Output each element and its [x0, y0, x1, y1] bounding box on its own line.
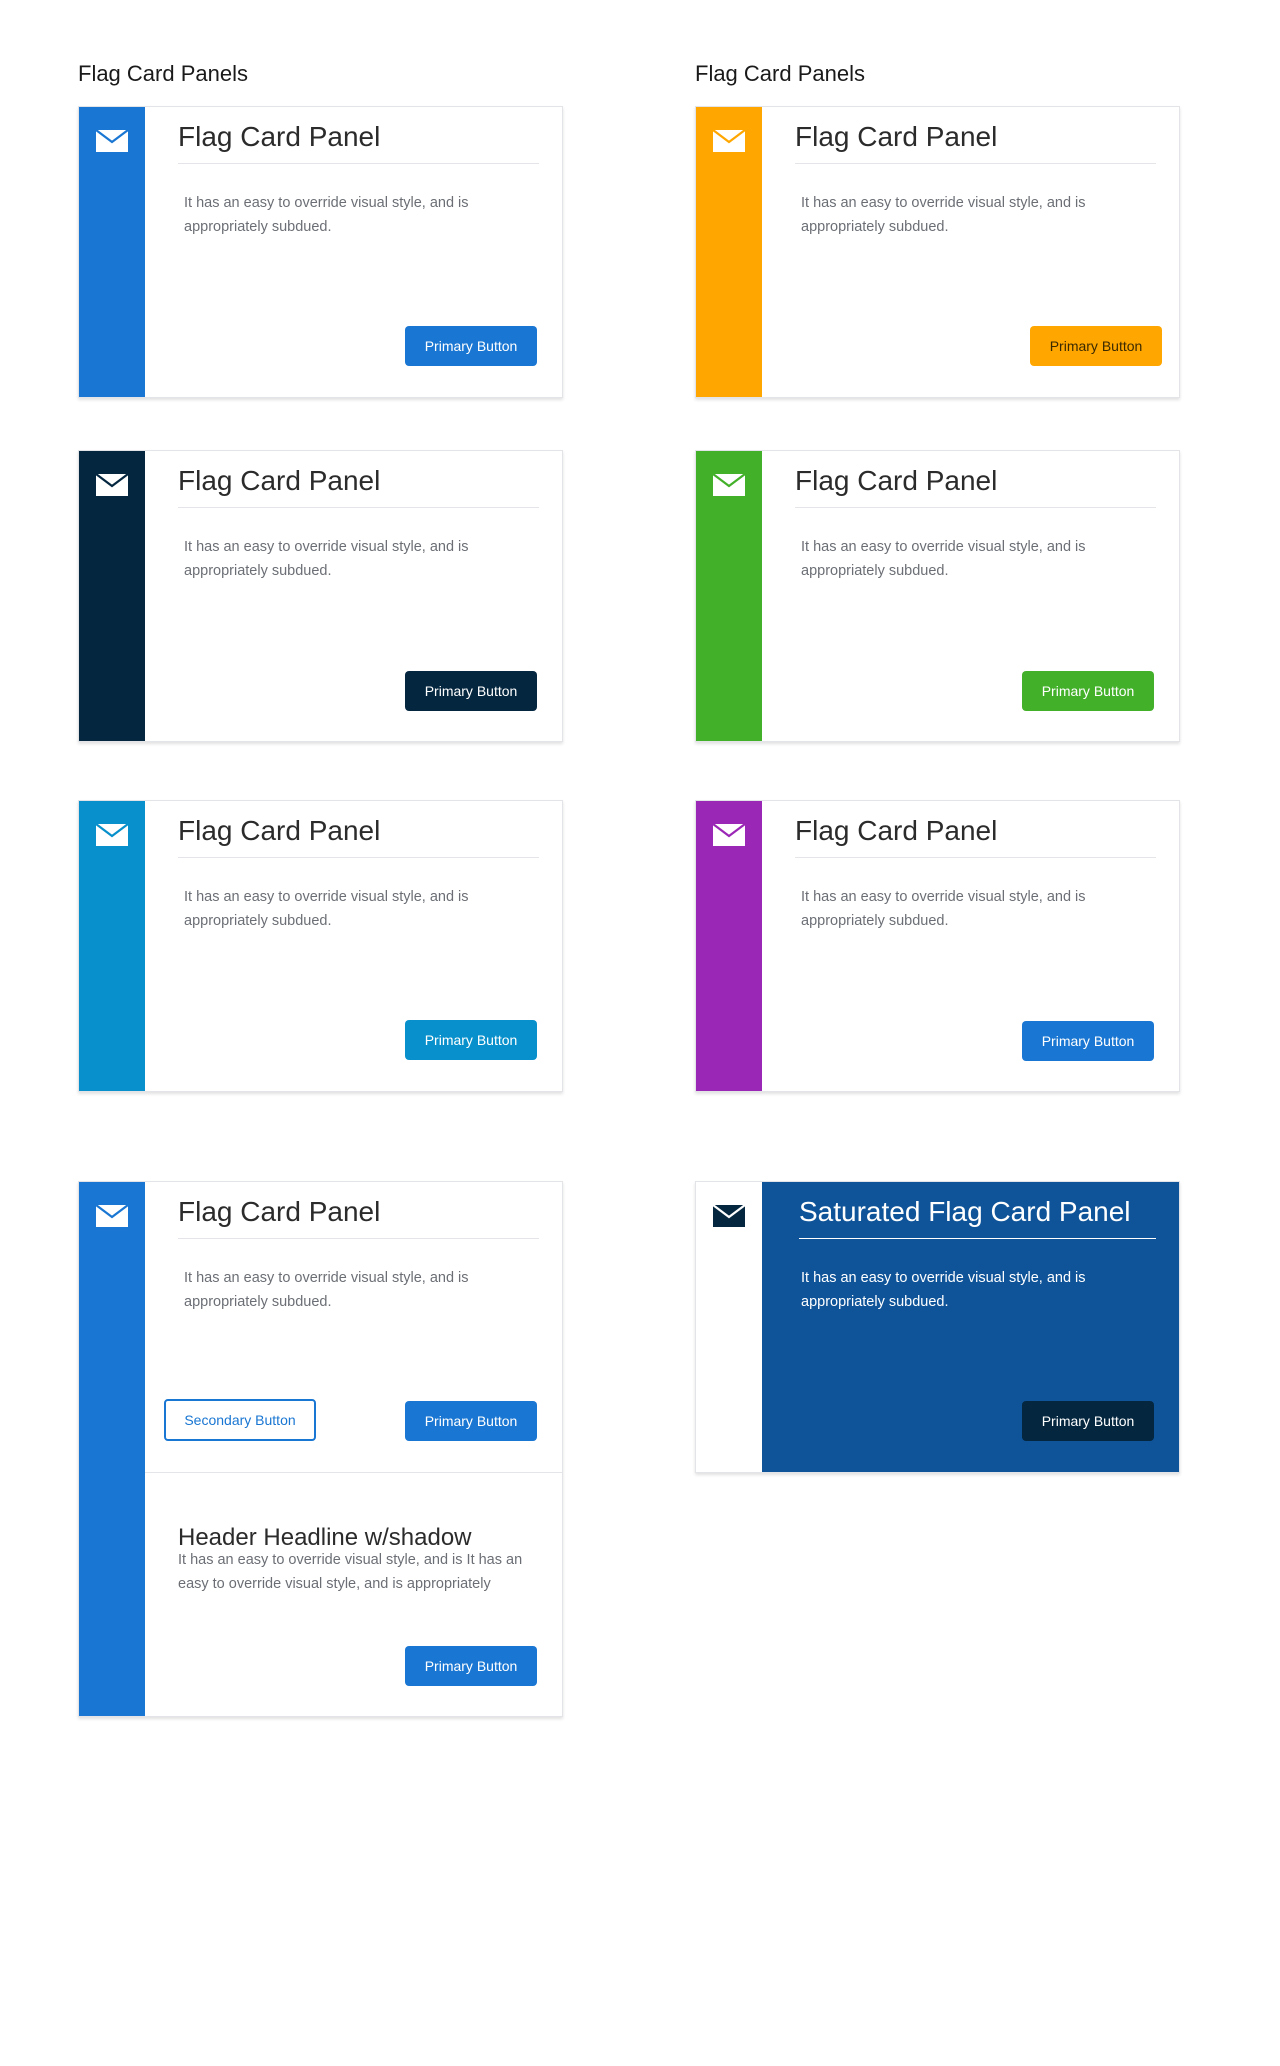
card-flag	[696, 801, 762, 1091]
card-body: It has an easy to override visual style,…	[184, 195, 469, 235]
card-flag	[696, 107, 762, 397]
primary-button[interactable]: Primary Button	[405, 671, 537, 711]
card-title: Flag Card Panel	[178, 121, 539, 164]
section-divider	[145, 1472, 562, 1473]
card-body: It has an easy to override visual style,…	[184, 1270, 469, 1310]
envelope-icon	[96, 474, 128, 496]
card-flag	[79, 1182, 145, 1716]
primary-button[interactable]: Primary Button	[405, 1020, 537, 1060]
card-flag	[79, 107, 145, 397]
flag-card-panel: Flag Card Panel It has an easy to overri…	[695, 450, 1180, 742]
envelope-icon	[713, 824, 745, 846]
envelope-icon	[713, 1205, 745, 1227]
flag-card-panel: Flag Card Panel It has an easy to overri…	[78, 106, 563, 398]
card-body: It has an easy to override visual style,…	[801, 539, 1086, 579]
card-title: Flag Card Panel	[795, 815, 1156, 858]
flag-card-panel-tall: Flag Card Panel It has an easy to overri…	[78, 1181, 563, 1717]
envelope-icon	[713, 130, 745, 152]
secondary-button[interactable]: Secondary Button	[164, 1399, 316, 1441]
flag-card-panel: Flag Card Panel It has an easy to overri…	[78, 450, 563, 742]
envelope-icon	[96, 130, 128, 152]
card-title: Flag Card Panel	[178, 815, 539, 858]
card-title: Saturated Flag Card Panel	[799, 1196, 1156, 1239]
card-flag	[79, 451, 145, 741]
section-title-right: Flag Card Panels	[695, 61, 865, 86]
saturated-flag-card-panel: Saturated Flag Card Panel It has an easy…	[695, 1181, 1180, 1473]
primary-button[interactable]: Primary Button	[405, 1401, 537, 1441]
card-body: It has an easy to override visual style,…	[184, 889, 469, 929]
card-flag	[696, 451, 762, 741]
envelope-icon	[96, 1205, 128, 1227]
card-title: Flag Card Panel	[795, 121, 1156, 164]
flag-card-panel: Flag Card Panel It has an easy to overri…	[78, 800, 563, 1092]
card-body: It has an easy to override visual style,…	[801, 195, 1086, 235]
card-title: Flag Card Panel	[178, 1196, 539, 1239]
flag-card-panel: Flag Card Panel It has an easy to overri…	[695, 800, 1180, 1092]
card-body: It has an easy to override visual style,…	[801, 1270, 1086, 1310]
primary-button[interactable]: Primary Button	[1022, 1401, 1154, 1441]
card-title: Flag Card Panel	[178, 465, 539, 508]
card-body: It has an easy to override visual style,…	[801, 889, 1086, 929]
card-body: It has an easy to override visual style,…	[184, 539, 469, 579]
header-body: It has an easy to override visual style,…	[178, 1552, 523, 1592]
flag-card-panel: Flag Card Panel It has an easy to overri…	[695, 106, 1180, 398]
primary-button[interactable]: Primary Button	[1022, 1021, 1154, 1061]
primary-button[interactable]: Primary Button	[405, 326, 537, 366]
envelope-icon	[96, 824, 128, 846]
section-title-left: Flag Card Panels	[78, 61, 248, 86]
card-flag	[79, 801, 145, 1091]
card-title: Flag Card Panel	[795, 465, 1156, 508]
primary-button[interactable]: Primary Button	[405, 1646, 537, 1686]
primary-button[interactable]: Primary Button	[1030, 326, 1162, 366]
card-flag	[696, 1182, 762, 1472]
primary-button[interactable]: Primary Button	[1022, 671, 1154, 711]
envelope-icon	[713, 474, 745, 496]
